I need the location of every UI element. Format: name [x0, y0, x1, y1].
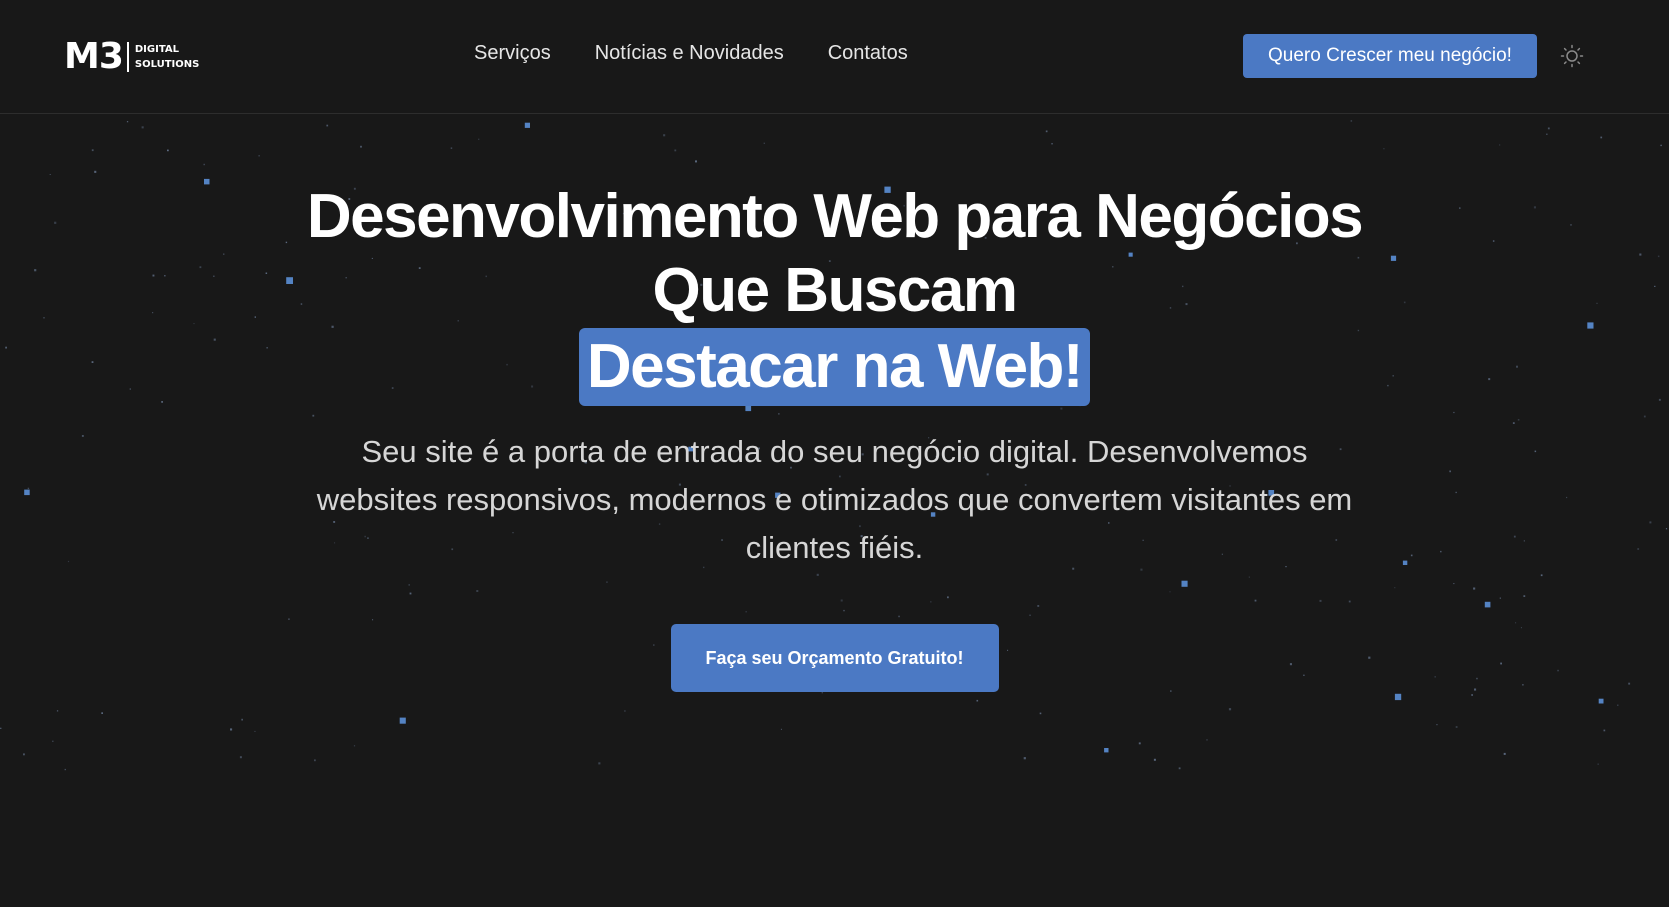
logo-divider: [126, 42, 129, 72]
star: [1660, 144, 1662, 147]
star: [1617, 704, 1619, 706]
logo-text-line1: DIGITAL: [134, 44, 179, 55]
star: [49, 174, 51, 175]
star: [695, 160, 697, 163]
logo-text-line2: SOLUTIONS: [134, 59, 200, 70]
star: [56, 710, 59, 712]
star: [239, 756, 242, 759]
hero-title-line1: Desenvolvimento Web para Negócios: [306, 182, 1364, 251]
star: [1503, 752, 1506, 755]
star: [94, 170, 97, 173]
star: [1436, 724, 1438, 726]
star: [763, 142, 765, 144]
star: [0, 727, 2, 729]
star: [450, 147, 453, 149]
star: [1598, 698, 1604, 704]
star: [1350, 120, 1353, 122]
sun-icon: [1560, 44, 1584, 68]
star: [524, 122, 530, 128]
star: [1597, 763, 1599, 765]
star: [353, 745, 356, 747]
free-quote-button[interactable]: Faça seu Orçamento Gratuito!: [670, 624, 999, 692]
star: [674, 149, 677, 152]
star: [314, 759, 316, 762]
main-nav: Serviços Notícias e Novidades Contatos: [474, 40, 952, 66]
star: [478, 138, 480, 140]
star: [976, 699, 979, 702]
star: [203, 163, 205, 166]
star: [360, 145, 362, 148]
star: [624, 710, 626, 712]
star: [399, 717, 406, 724]
star: [780, 728, 782, 730]
star: [1600, 136, 1603, 139]
logo[interactable]: M3 DIGITAL SOLUTIONS: [64, 38, 199, 76]
star: [1547, 127, 1550, 130]
star: [230, 728, 233, 731]
star: [1471, 694, 1473, 696]
star: [1153, 758, 1156, 761]
star: [1023, 757, 1026, 760]
logo-text: DIGITAL SOLUTIONS: [135, 42, 199, 72]
star: [141, 126, 144, 129]
star: [167, 149, 169, 152]
star: [258, 155, 260, 157]
star: [1104, 748, 1109, 753]
star: [326, 124, 329, 127]
grow-business-button[interactable]: Quero Crescer meu negócio!: [1243, 34, 1537, 78]
star: [126, 121, 129, 123]
star: [101, 712, 103, 714]
star: [91, 149, 94, 152]
hero-title-highlight: Destacar na Web!: [578, 328, 1091, 406]
star: [1394, 693, 1402, 701]
star: [1206, 739, 1208, 741]
star: [1383, 148, 1385, 150]
star: [1051, 143, 1053, 145]
star: [52, 740, 54, 742]
hero-title: Desenvolvimento Web para Negócios Que Bu…: [0, 180, 1669, 406]
star: [1045, 130, 1048, 133]
star: [821, 692, 823, 694]
star: [1138, 742, 1141, 745]
star: [1603, 729, 1606, 732]
hero-section: Desenvolvimento Web para Negócios Que Bu…: [0, 180, 1669, 692]
star: [241, 718, 243, 721]
page: M3 DIGITAL SOLUTIONS Serviços Notícias e…: [0, 0, 1669, 907]
site-header: M3 DIGITAL SOLUTIONS Serviços Notícias e…: [0, 0, 1669, 114]
star: [1039, 712, 1042, 715]
logo-mark: M3: [64, 36, 124, 77]
star: [1499, 144, 1501, 146]
star: [1455, 726, 1458, 728]
star: [1178, 767, 1181, 770]
star: [64, 768, 66, 771]
star: [663, 134, 666, 137]
nav-link-contatos[interactable]: Contatos: [828, 40, 908, 66]
nav-link-servicos[interactable]: Serviços: [474, 40, 551, 66]
star: [1228, 708, 1232, 711]
theme-toggle-button[interactable]: [1560, 44, 1584, 68]
nav-link-noticias[interactable]: Notícias e Novidades: [595, 40, 784, 66]
star: [598, 762, 601, 765]
star: [254, 730, 256, 732]
hero-subtitle: Seu site é a porta de entrada do seu neg…: [316, 434, 1353, 565]
star: [23, 753, 25, 756]
star: [1546, 133, 1548, 135]
hero-title-line2: Que Buscam: [652, 256, 1018, 325]
